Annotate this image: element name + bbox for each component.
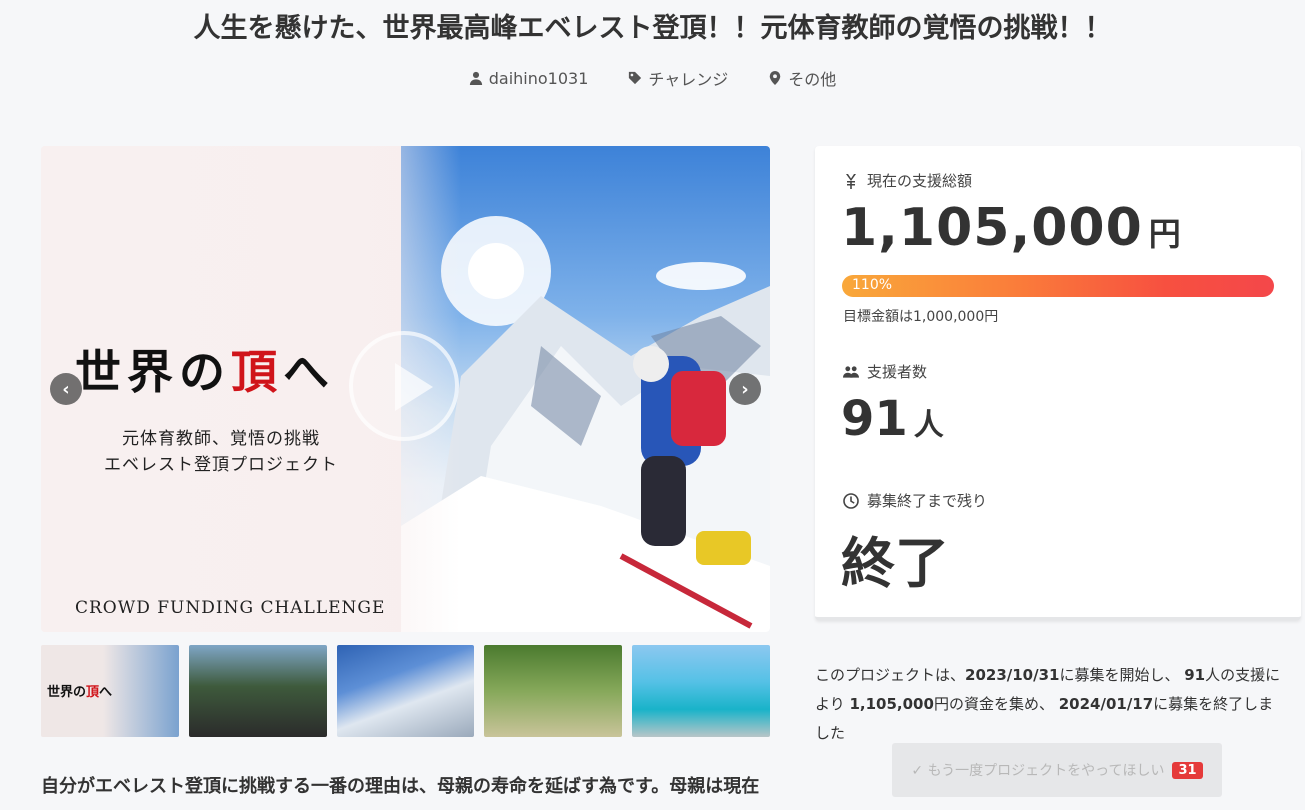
progress-fill (842, 275, 1274, 297)
author-name: daihino1031 (488, 68, 589, 88)
headline-red: 頂 (231, 345, 283, 399)
thumbnail-2[interactable] (188, 645, 327, 737)
meta-category[interactable]: チャレンジ (628, 66, 728, 90)
summary-text-4: 円の資金を集め、 (933, 695, 1059, 713)
thumbnail-3[interactable] (336, 645, 475, 737)
thumbnail-4[interactable] (484, 645, 623, 737)
summary-start-date: 2023/10/31 (965, 666, 1060, 684)
hero-subtitle-1: 元体育教師、覚悟の挑戦 (122, 429, 320, 449)
summary-amount: 1,105,000 (849, 695, 934, 713)
hero-subtitle-2: エベレスト登頂プロジェクト (104, 455, 338, 475)
hero-footer-text: CROWD FUNDING CHALLENGE (75, 598, 386, 618)
progress-percent: 110% (852, 277, 893, 293)
thumbnail-1[interactable]: 世界の頂へ (41, 645, 179, 737)
thumbnail-5[interactable] (632, 645, 770, 737)
project-summary: このプロジェクトは、2023/10/31に募集を開始し、 91人の支援により 1… (815, 661, 1285, 748)
summary-text-1: このプロジェクトは、 (815, 666, 966, 684)
total-label: 現在の支援総額 (867, 172, 973, 190)
backers-label-row: 支援者数 (843, 361, 927, 382)
thumbnail-headline-pre: 世界の (47, 685, 87, 700)
total-amount: 1,105,000 円 (841, 198, 1182, 258)
request-again-count: 31 (1172, 761, 1203, 779)
summary-end-date: 2024/01/17 (1058, 695, 1154, 713)
hero-image-carousel[interactable]: 世界の頂へ 元体育教師、覚悟の挑戦 エベレスト登頂プロジェクト CROWD FU… (41, 146, 770, 632)
play-video-icon[interactable] (349, 331, 459, 441)
thumbnail-headline-red: 頂 (86, 685, 100, 700)
remaining-label-row: 募集終了まで残り (843, 490, 987, 511)
goal-amount: 目標金額は1,000,000円 (843, 309, 999, 325)
meta-location[interactable]: その他 (768, 66, 836, 90)
total-label-row: 現在の支援総額 (843, 170, 972, 191)
backers-count-value: 91 (841, 391, 908, 447)
clock-icon (843, 492, 859, 509)
location-name: その他 (788, 70, 837, 89)
carousel-next-button[interactable]: › (729, 373, 761, 405)
thumbnail-headline: 世界の頂へ (47, 681, 112, 700)
carousel-prev-button[interactable]: ‹ (50, 373, 82, 405)
tag-icon (629, 71, 642, 85)
category-name: チャレンジ (648, 70, 729, 89)
headline-post: へ (283, 345, 335, 399)
summary-backers: 91 (1184, 666, 1206, 684)
summary-text-2: に募集を開始し、 (1059, 666, 1185, 684)
users-icon (843, 365, 859, 378)
backers-count: 91 人 (841, 391, 944, 447)
request-again-button[interactable]: ✓ もう一度プロジェクトをやってほしい 31 (892, 743, 1222, 797)
thumbnail-strip: 世界の頂へ (41, 645, 770, 737)
location-pin-icon (769, 71, 781, 85)
funding-progress-bar: 110% (842, 275, 1274, 297)
funding-panel: 現在の支援総額 1,105,000 円 110% 目標金額は1,000,000円 … (815, 146, 1301, 620)
project-meta: daihino1031 チャレンジ その他 (0, 66, 1305, 90)
meta-author[interactable]: daihino1031 (469, 66, 589, 90)
total-amount-unit: 円 (1148, 215, 1182, 253)
page-title: 人生を懸けた、世界最高峰エベレスト登頂！！元体育教師の覚悟の挑戦！！ (193, 13, 1112, 44)
headline-pre: 世界の (75, 345, 231, 399)
project-description: 自分がエベレスト登頂に挑戦する一番の理由は、母親の寿命を延ばす為です。母親は現在 (41, 776, 760, 797)
thumbnail-headline-post: へ (99, 685, 113, 700)
request-again-label: ✓ もう一度プロジェクトをやってほしい (911, 763, 1165, 779)
yen-icon (846, 173, 856, 189)
remaining-label: 募集終了まで残り (867, 492, 988, 510)
hero-headline: 世界の頂へ (75, 336, 335, 402)
user-icon (469, 71, 482, 85)
total-amount-value: 1,105,000 (841, 198, 1143, 258)
backers-unit: 人 (913, 408, 944, 443)
backers-label: 支援者数 (867, 363, 928, 381)
remaining-value: 終了 (841, 532, 949, 595)
